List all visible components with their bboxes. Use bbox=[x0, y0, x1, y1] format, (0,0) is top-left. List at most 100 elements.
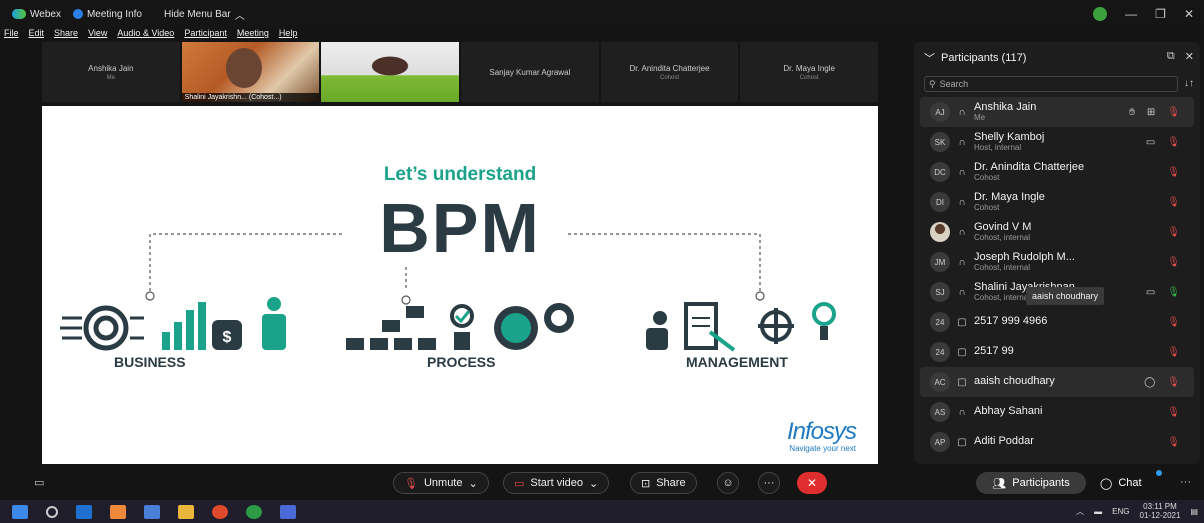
close-button[interactable]: ✕ bbox=[1184, 7, 1194, 21]
menu-help[interactable]: Help bbox=[279, 28, 298, 42]
mic-muted-icon[interactable]: 🎙︎ bbox=[1167, 317, 1180, 328]
bpm-diagram: $ bbox=[60, 233, 836, 352]
file-explorer-icon[interactable] bbox=[178, 504, 194, 519]
participants-button[interactable]: 👥︎ Participants bbox=[976, 472, 1086, 494]
minimize-button[interactable]: — bbox=[1125, 7, 1137, 21]
mic-muted-icon[interactable]: 🎙︎ bbox=[1167, 347, 1180, 358]
participants-header[interactable]: ﹀ Participants (117) bbox=[924, 50, 1026, 66]
participant-row[interactable]: 24 ▢ 2517 99 🎙︎ bbox=[920, 337, 1194, 367]
webex-taskbar-icon[interactable] bbox=[280, 504, 296, 519]
participant-row[interactable]: AP ▢ Aditi Poddar 🎙︎ bbox=[920, 427, 1194, 457]
participant-status-icons: 🎙︎ bbox=[1167, 307, 1180, 337]
app-icon-2[interactable] bbox=[144, 504, 160, 519]
video-off-icon: ▭ bbox=[514, 477, 525, 490]
participant-name-block: aaish choudhary bbox=[974, 376, 1055, 388]
window-controls: — ❐ ✕ bbox=[1093, 0, 1194, 28]
headset-icon: ∩ bbox=[958, 406, 966, 418]
search-icon[interactable] bbox=[46, 505, 58, 518]
windows-start-icon[interactable] bbox=[12, 504, 28, 519]
participant-row[interactable]: DI ∩ Dr. Maya Ingle Cohost 🎙︎ bbox=[920, 187, 1194, 217]
chat-button[interactable]: ◯ Chat bbox=[1100, 472, 1142, 494]
thumbnail-anshika-jain[interactable]: Anshika Jain Me bbox=[42, 42, 180, 102]
panel-header-actions: ⧉ ✕ bbox=[1167, 50, 1194, 63]
participant-row[interactable]: AS ∩ Abhay Sahani 🎙︎ bbox=[920, 397, 1194, 427]
participant-name: aaish choudhary bbox=[974, 375, 1055, 388]
thumbnail-sanjay-kumar-agrawal[interactable]: Sanjay Kumar Agrawal bbox=[461, 42, 599, 102]
task-view-icon[interactable] bbox=[76, 504, 92, 519]
leave-meeting-button[interactable]: ✕ bbox=[797, 472, 827, 494]
more-panels-button[interactable]: ··· bbox=[1180, 476, 1191, 488]
mic-muted-icon[interactable]: 🎙︎ bbox=[1167, 407, 1180, 418]
shared-content-slide: $ Let’s understand BPM BUSINESS PROCESS … bbox=[42, 106, 878, 464]
mic-on-icon[interactable]: 🎙︎ bbox=[1167, 287, 1180, 298]
mic-muted-icon[interactable]: 🎙︎ bbox=[1167, 227, 1180, 238]
unmute-button[interactable]: 🎙︎ Unmute ⌄ bbox=[393, 472, 489, 494]
mic-muted-icon[interactable]: 🎙︎ bbox=[1167, 197, 1180, 208]
menu-bar: File Edit Share View Audio & Video Parti… bbox=[0, 28, 910, 42]
participant-video bbox=[321, 42, 460, 102]
mic-muted-icon[interactable]: 🎙︎ bbox=[1167, 257, 1180, 268]
participant-name-block: 2517 99 bbox=[974, 346, 1014, 358]
chevron-down-icon[interactable]: ⌄ bbox=[589, 477, 598, 490]
menu-edit[interactable]: Edit bbox=[29, 28, 45, 42]
meeting-info-button[interactable]: Meeting Info bbox=[72, 9, 142, 20]
hide-menu-bar-button[interactable]: Hide Menu Bar ︿ bbox=[164, 7, 245, 22]
participant-row[interactable]: JM ∩ Joseph Rudolph M... Cohost, internal 🎙︎ bbox=[920, 247, 1194, 277]
restore-button[interactable]: ❐ bbox=[1155, 7, 1166, 21]
participant-status-icons: ▭ 🎙︎ bbox=[1146, 127, 1180, 157]
chrome-icon-2[interactable] bbox=[246, 504, 262, 519]
menu-audio-video[interactable]: Audio & Video bbox=[117, 28, 174, 42]
participant-row[interactable]: 24 ▢ 2517 999 4966 🎙︎ bbox=[920, 307, 1194, 337]
chevron-up-icon[interactable]: ︿ bbox=[1076, 506, 1084, 517]
mic-muted-icon[interactable]: 🎙︎ bbox=[1167, 137, 1180, 148]
share-button[interactable]: ⊡ Share bbox=[630, 472, 697, 494]
thumbnail-anindita-chatterjee[interactable]: Dr. Anindita Chatterjee Cohost bbox=[600, 42, 739, 102]
clock[interactable]: 03:11 PM 01-12-2021 bbox=[1140, 502, 1181, 521]
mic-muted-icon[interactable]: 🎙︎ bbox=[1167, 437, 1180, 448]
app-icon-1[interactable] bbox=[110, 504, 126, 519]
participant-row[interactable]: ∩ Govind V M Cohost, internal 🎙︎ bbox=[920, 217, 1194, 247]
participant-avatar: AS bbox=[930, 402, 950, 422]
thumbnail-maya-ingle[interactable]: Dr. Maya Ingle Cohost bbox=[740, 42, 879, 102]
participant-row[interactable]: AJ ∩ Anshika Jain Me ✋︎ ⊞ 🎙︎ bbox=[920, 97, 1194, 127]
captions-icon[interactable]: ▭ bbox=[34, 476, 44, 489]
account-avatar[interactable] bbox=[1093, 7, 1108, 21]
headset-icon: ∩ bbox=[958, 196, 966, 208]
participant-row[interactable]: SK ∩ Shelly Kamboj Host, internal ▭ 🎙︎ bbox=[920, 127, 1194, 157]
mic-muted-icon[interactable]: 🎙︎ bbox=[1167, 167, 1180, 178]
network-icon[interactable]: ▬ bbox=[1094, 507, 1102, 516]
notifications-icon[interactable]: ▤ bbox=[1190, 507, 1198, 516]
start-video-button[interactable]: ▭ Start video ⌄ bbox=[503, 472, 610, 494]
menu-meeting[interactable]: Meeting bbox=[237, 28, 269, 42]
app-name[interactable]: Webex bbox=[12, 9, 61, 20]
more-options-button[interactable]: ··· bbox=[758, 472, 780, 494]
chevron-down-icon[interactable]: ⌄ bbox=[469, 477, 478, 490]
participant-search-input[interactable]: ⚲ Search bbox=[924, 76, 1178, 92]
participant-name-block: Shelly Kamboj Host, internal bbox=[974, 131, 1045, 152]
pop-out-icon[interactable]: ⧉ bbox=[1167, 50, 1175, 63]
menu-file[interactable]: File bbox=[4, 28, 19, 42]
reactions-button[interactable]: ☺ bbox=[717, 472, 739, 494]
participant-status-icons: 🎙︎ bbox=[1167, 397, 1180, 427]
language-indicator[interactable]: ENG bbox=[1112, 507, 1129, 516]
chrome-icon[interactable] bbox=[212, 504, 228, 519]
participant-avatar: SJ bbox=[930, 282, 950, 302]
caption-process: PROCESS bbox=[427, 354, 496, 370]
close-panel-icon[interactable]: ✕ bbox=[1185, 50, 1194, 63]
menu-share[interactable]: Share bbox=[54, 28, 78, 42]
menu-participant[interactable]: Participant bbox=[184, 28, 227, 42]
sort-icon[interactable]: ↓↑ bbox=[1184, 78, 1194, 89]
menu-view[interactable]: View bbox=[88, 28, 107, 42]
participant-row[interactable]: DC ∩ Dr. Anindita Chatterjee Cohost 🎙︎ bbox=[920, 157, 1194, 187]
participant-row[interactable]: AC ▢ aaish choudhary ◯ 🎙︎ bbox=[920, 367, 1194, 397]
participant-name: 2517 99 bbox=[974, 345, 1014, 358]
ship-wheel-icon bbox=[758, 308, 794, 344]
thumbnail-video-participant[interactable] bbox=[321, 42, 460, 102]
participant-status-icons: 🎙︎ bbox=[1167, 337, 1180, 367]
thumbnail-shalini-jayakrishnan[interactable]: Shalini Jayakrishn... (Cohost...) bbox=[181, 42, 320, 102]
mic-muted-icon[interactable]: 🎙︎ bbox=[1167, 377, 1180, 388]
mic-muted-icon[interactable]: 🎙︎ bbox=[1167, 107, 1180, 118]
participant-name: Aditi Poddar bbox=[974, 435, 1034, 448]
participant-avatar: 24 bbox=[930, 312, 950, 332]
participant-name: Shelly Kamboj bbox=[974, 131, 1045, 144]
